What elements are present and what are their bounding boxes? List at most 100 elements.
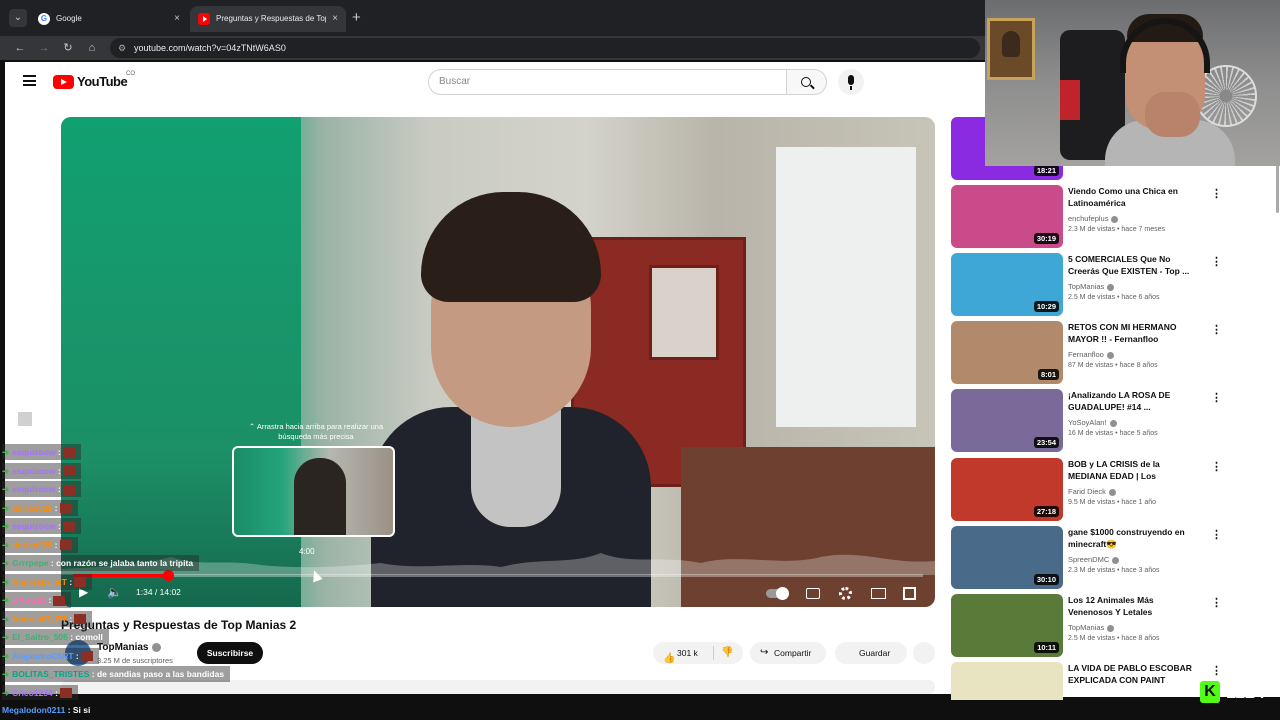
menu-icon[interactable] (23, 75, 36, 86)
tab-youtube-video[interactable]: Preguntas y Respuestas de Top × (190, 6, 346, 32)
chat-username: esquizoow (12, 465, 56, 476)
more-options-icon[interactable]: ⋮ (1211, 596, 1222, 609)
related-video-channel: YoSoyAlan! (1068, 418, 1117, 427)
reload-icon[interactable]: ↻ (58, 38, 78, 58)
related-video-item[interactable]: 23:54 ¡Analizando LA ROSA DE GUADALUPE! #… (951, 389, 1280, 453)
chat-message: ➜ esquizoow : (2, 518, 81, 534)
video-duration: 18:21 (1033, 165, 1059, 176)
more-options-icon[interactable]: ⋮ (1211, 528, 1222, 541)
subtitles-icon[interactable] (806, 588, 820, 599)
related-video-item[interactable]: 30:10 gane $1000 construyendo en minecraf… (951, 526, 1280, 590)
theater-mode-icon[interactable] (871, 588, 886, 599)
search-icon (801, 77, 811, 87)
video-thumbnail[interactable]: 23:54 (951, 389, 1063, 452)
more-options-icon[interactable]: ⋮ (1211, 323, 1222, 336)
related-video-title[interactable]: gane $1000 construyendo en minecraft😎 (1068, 526, 1198, 550)
chat-message: ➜ esquizoow : (2, 481, 81, 497)
person-hair (421, 192, 601, 302)
related-video-title[interactable]: Viendo Como una Chica en Latinoamérica (1068, 185, 1198, 209)
chat-text: : comoll (70, 632, 103, 642)
thumbs-down-icon[interactable]: 👎 (721, 642, 733, 664)
close-tab-icon[interactable]: × (174, 6, 180, 32)
fullscreen-icon[interactable] (903, 587, 916, 600)
emote-icon (62, 484, 75, 495)
chat-arrow-icon: ➜ (2, 650, 10, 661)
address-bar[interactable]: ⚙ youtube.com/watch?v=04zTNtW6AS0 (110, 38, 980, 58)
video-thumbnail[interactable]: 8:01 (951, 321, 1063, 384)
video-thumbnail[interactable]: 10:11 (951, 594, 1063, 657)
share-button[interactable]: ↪ Compartir (750, 642, 826, 664)
share-label: Compartir (774, 648, 812, 658)
verified-icon (1108, 488, 1116, 496)
related-video-item[interactable]: 27:18 BOB y LA CRISIS de la MEDIANA EDAD … (951, 458, 1280, 522)
chat-message: ➜ Andres07_RT : (2, 610, 93, 627)
related-video-title[interactable]: ¡Analizando LA ROSA DE GUADALUPE! #14 ..… (1068, 389, 1198, 413)
more-actions-button[interactable] (913, 642, 935, 664)
sidebar-scrollbar[interactable] (1276, 165, 1279, 213)
related-video-item[interactable]: 30:19 Viendo Como una Chica en Latinoamér… (951, 185, 1280, 249)
chat-text: : (57, 447, 61, 457)
verified-icon (1107, 283, 1115, 291)
emote-icon (74, 577, 87, 588)
more-options-icon[interactable]: ⋮ (1211, 187, 1222, 200)
tab-google[interactable]: G Google × (30, 6, 188, 32)
gaming-chair-accent (1060, 80, 1080, 120)
like-button[interactable]: 👍 301 k 👎 (653, 642, 743, 664)
settings-gear-icon[interactable] (839, 587, 852, 600)
search-input[interactable]: Buscar (428, 69, 787, 95)
like-divider (713, 646, 714, 660)
chat-text: : (54, 502, 58, 513)
related-video-meta: 2.5 M de vistas • hace 6 años (1068, 294, 1160, 301)
new-tab-button[interactable]: + (352, 9, 361, 27)
save-button[interactable]: Guardar (835, 642, 907, 664)
emote-icon (59, 503, 72, 514)
related-video-item[interactable]: 10:11 Los 12 Animales Más Venenosos Y Let… (951, 594, 1280, 658)
chat-username: Megalodon0211 (2, 705, 66, 715)
share-arrow-icon: ↪ (760, 647, 769, 658)
video-thumbnail[interactable]: 30:10 (951, 526, 1063, 589)
related-video-title[interactable]: Los 12 Animales Más Venenosos Y Letales (1068, 594, 1198, 618)
verified-icon (1106, 351, 1114, 359)
chat-text: : (54, 539, 58, 550)
related-video-title[interactable]: BOB y LA CRISIS de la MEDIANA EDAD | Los… (1068, 458, 1198, 484)
close-tab-icon[interactable]: × (332, 6, 338, 32)
autoplay-toggle[interactable] (766, 587, 789, 600)
site-info-icon[interactable]: ⚙ (118, 38, 126, 58)
related-video-title[interactable]: RETOS CON MI HERMANO MAYOR !! - Fernanfl… (1068, 321, 1198, 345)
related-video-meta: 2.5 M de vistas • hace 8 años (1068, 635, 1160, 642)
video-thumbnail[interactable]: 27:18 (951, 458, 1063, 521)
search-button[interactable] (787, 69, 827, 95)
chat-username: Crico1234 (12, 687, 53, 698)
related-video-title[interactable]: LA VIDA DE PABLO ESCOBAR EXPLICADA CON P… (1068, 662, 1198, 686)
chat-arrow-icon: ➜ (2, 558, 10, 568)
related-video-item[interactable]: 10:29 5 COMERCIALES Que No Creerás Que EX… (951, 253, 1280, 317)
chat-text: : (48, 595, 52, 605)
emote-icon (59, 688, 72, 699)
related-video-item[interactable]: 8:01 RETOS CON MI HERMANO MAYOR !! - Fern… (951, 321, 1280, 385)
home-icon[interactable]: ⌂ (82, 38, 102, 58)
chat-arrow-icon: ➜ (2, 502, 10, 513)
chat-message: ➜ dorian029 : (2, 536, 78, 553)
more-options-icon[interactable]: ⋮ (1211, 391, 1222, 404)
emote-icon (62, 447, 75, 458)
video-frame-window (776, 147, 916, 427)
back-arrow-icon[interactable]: ← (10, 38, 30, 58)
chat-message: ➜ Grrrpepe : con razón se jalaba tanto la… (2, 555, 200, 571)
voice-search-icon[interactable] (838, 69, 864, 95)
emote-icon (59, 540, 72, 551)
more-options-icon[interactable]: ⋮ (1211, 460, 1222, 473)
forward-arrow-icon[interactable]: → (34, 38, 54, 58)
screen: ⌄ G Google × Preguntas y Respuestas de T… (0, 0, 1280, 720)
chat-arrow-icon: ➜ (2, 521, 10, 531)
more-options-icon[interactable]: ⋮ (1211, 255, 1222, 268)
verified-icon (1112, 556, 1120, 564)
emote-icon (62, 521, 75, 532)
painting-on-wall (987, 18, 1035, 80)
more-options-icon[interactable]: ⋮ (1211, 664, 1222, 677)
tab-search-button[interactable]: ⌄ (9, 9, 27, 27)
video-thumbnail[interactable]: 30:19 (951, 185, 1063, 248)
related-video-title[interactable]: 5 COMERCIALES Que No Creerás Que EXISTEN… (1068, 253, 1198, 277)
country-code: CO (126, 71, 135, 77)
video-thumbnail[interactable]: 10:29 (951, 253, 1063, 316)
chat-message: ➜ Andres07_RT : (2, 573, 93, 590)
